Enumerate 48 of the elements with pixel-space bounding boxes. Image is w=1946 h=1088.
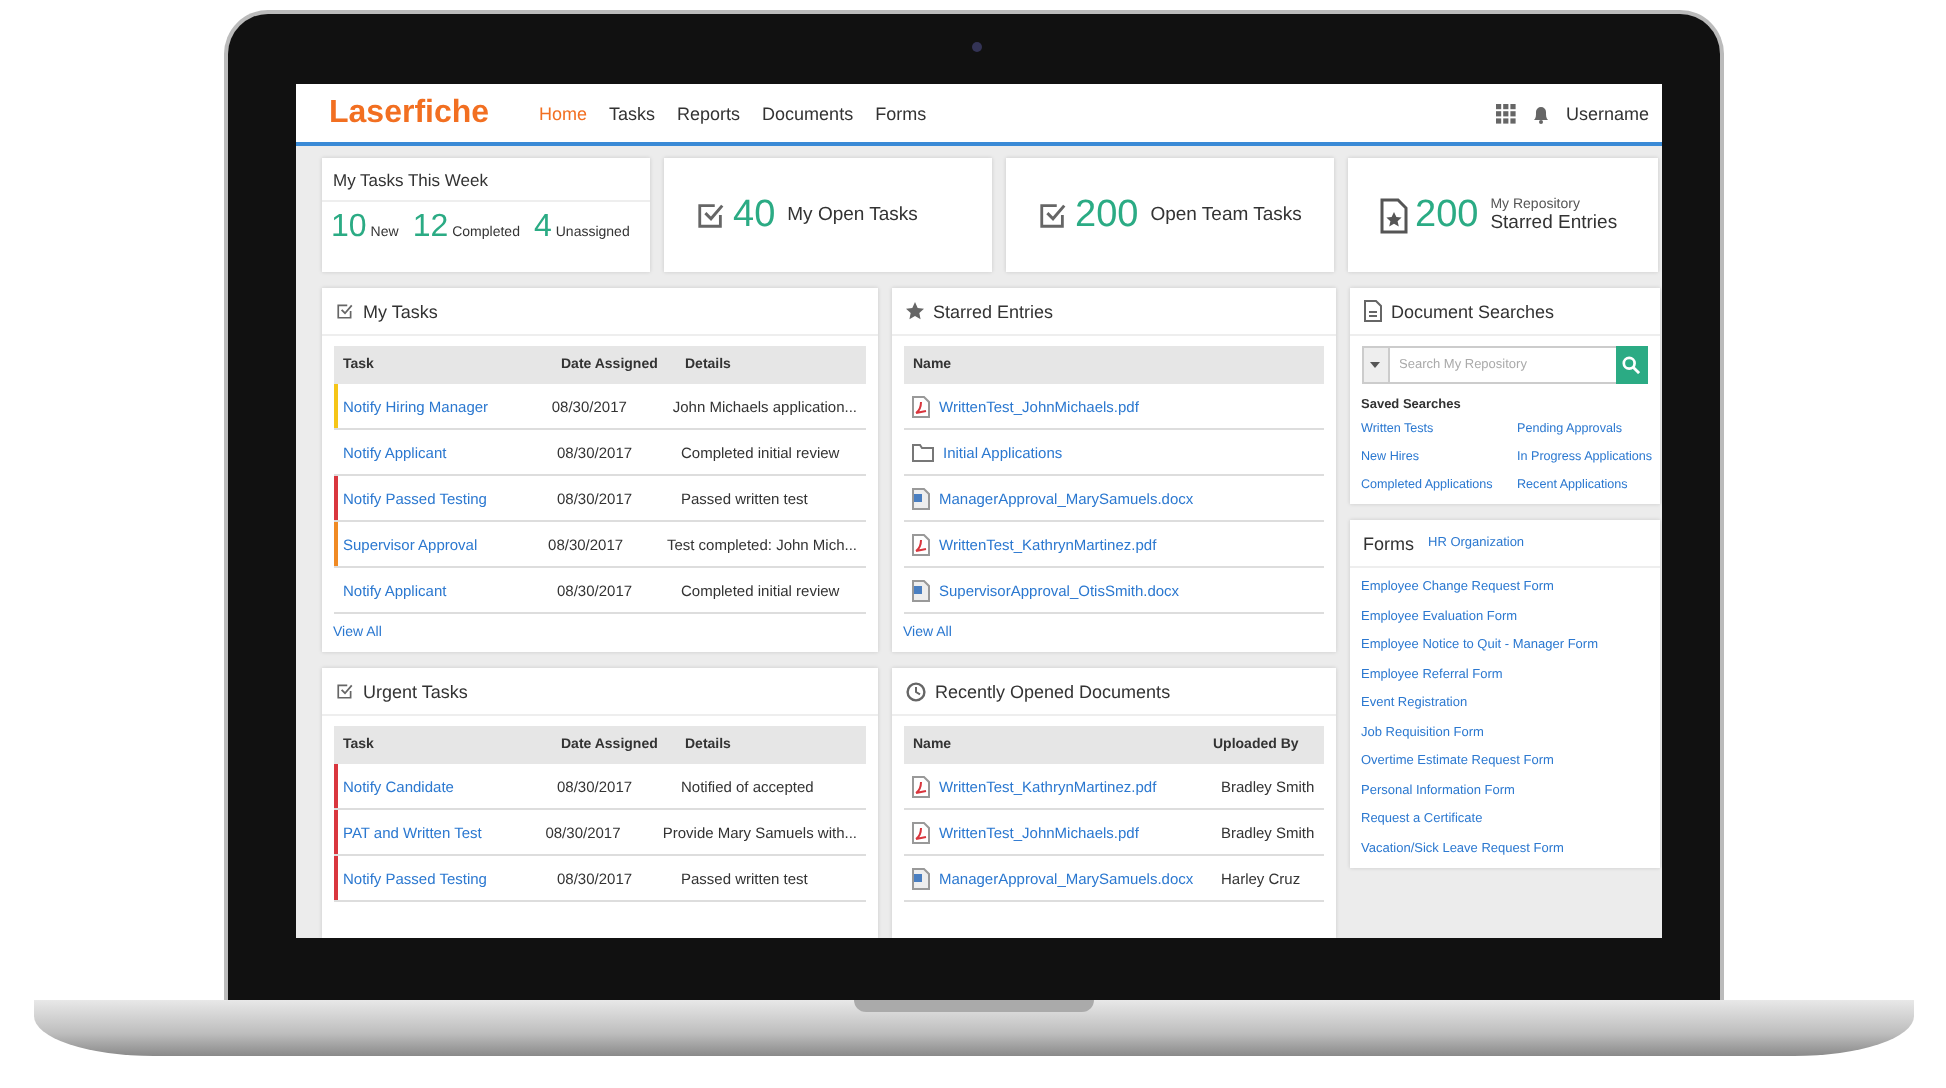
folder-icon (911, 443, 933, 461)
panel-title: Forms (1363, 533, 1414, 553)
panel-title: Starred Entries (933, 301, 1054, 321)
caret-icon (1370, 362, 1380, 368)
camera-icon (971, 42, 981, 52)
checkbox-icon (335, 682, 353, 700)
tile-count: 200 (1415, 193, 1479, 237)
nav-link[interactable]: Documents (762, 103, 854, 123)
pdf-file-icon (911, 821, 929, 843)
checkbox-icon (1037, 200, 1067, 230)
tile-label: My Open Tasks (787, 204, 918, 226)
search-icon (1622, 356, 1640, 374)
search-scope-dropdown[interactable] (1361, 346, 1389, 384)
pdf-file-icon (911, 775, 929, 797)
summary-tile[interactable]: 200 Open Team Tasks (1005, 158, 1333, 272)
document-file-icon (911, 487, 929, 509)
document-icon (1363, 300, 1381, 322)
clock-icon (905, 681, 925, 701)
tile-label: Open Team Tasks (1150, 204, 1302, 226)
nav-link[interactable]: Home (539, 103, 588, 123)
pdf-file-icon (911, 395, 929, 417)
document-file-icon (911, 579, 929, 601)
tile-count: 40 (733, 193, 776, 237)
card-title: My Tasks This Week (321, 158, 649, 202)
panel-title: Document Searches (1391, 301, 1555, 321)
tile-label: Starred Entries (1490, 211, 1618, 233)
panel-title: Urgent Tasks (363, 681, 468, 701)
checkbox-icon (335, 302, 353, 320)
search-button[interactable] (1615, 346, 1647, 384)
checkbox-icon (695, 200, 725, 230)
nav-link[interactable]: Forms (875, 103, 927, 123)
summary-tile[interactable]: 40 My Open Tasks (663, 158, 991, 272)
panel-title: Recently Opened Documents (935, 681, 1171, 701)
logo[interactable]: Laserfiche (329, 95, 539, 131)
panel-title: My Tasks (363, 301, 438, 321)
stat-count: 10 (331, 210, 367, 246)
pdf-file-icon (911, 533, 929, 555)
stat-count: 12 (412, 210, 449, 246)
bell-icon[interactable] (1531, 103, 1550, 123)
tile-count: 200 (1075, 193, 1139, 237)
apps-grid-icon[interactable] (1495, 103, 1516, 123)
nav-link[interactable]: Reports (677, 103, 741, 123)
nav-link[interactable]: Tasks (609, 103, 656, 123)
starred-document-icon (1379, 197, 1407, 233)
star-icon (905, 302, 923, 320)
stat-count: 4 (533, 210, 552, 246)
document-file-icon (911, 867, 929, 889)
user-menu[interactable]: Username (1565, 103, 1649, 123)
